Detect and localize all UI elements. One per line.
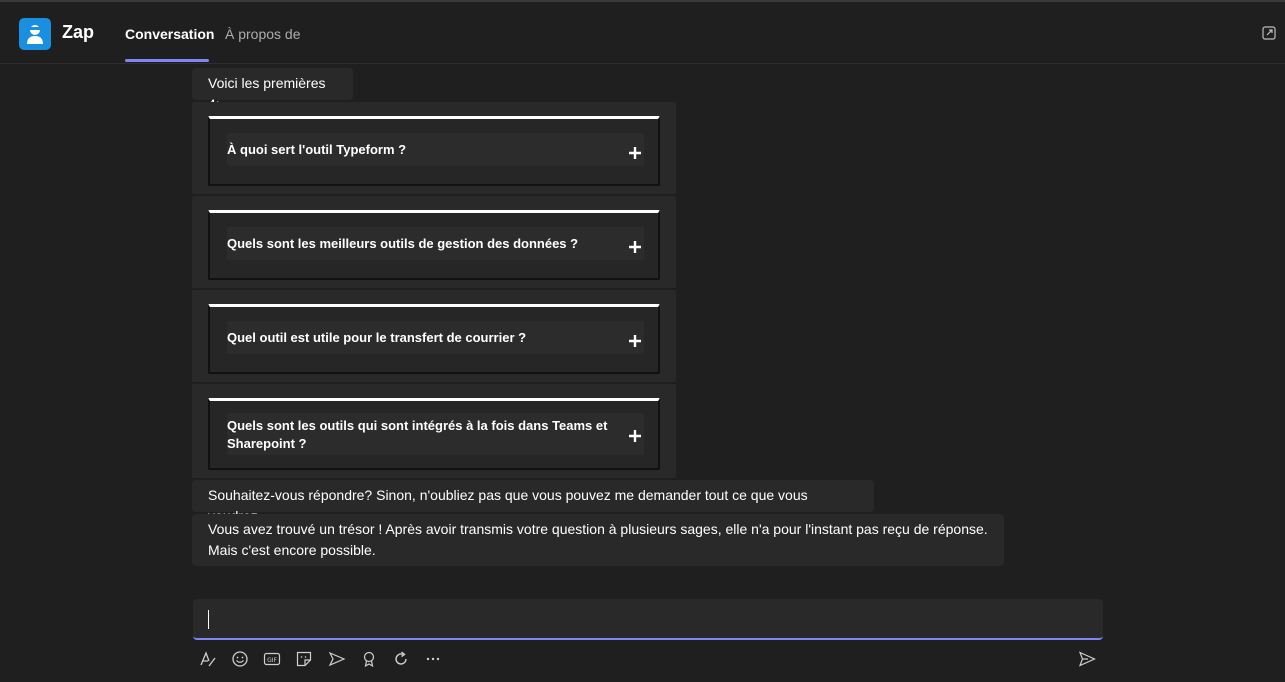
faq-item[interactable]: À quoi sert l'outil Typeform ? — [227, 133, 644, 166]
send-icon[interactable] — [1078, 650, 1096, 668]
faq-question: Quel outil est utile pour le transfert d… — [227, 330, 527, 345]
faq-card-body: Quels sont les meilleurs outils de gesti… — [208, 210, 660, 280]
schedule-icon[interactable] — [328, 650, 346, 668]
message-text-line: Mais c'est encore possible. — [208, 542, 376, 558]
expand-plus-icon[interactable] — [626, 332, 644, 350]
message-answer: Vous avez trouvé un trésor ! Après avoir… — [192, 514, 1004, 566]
tab-about[interactable]: À propos de — [225, 26, 301, 42]
gif-icon[interactable]: GIF — [263, 650, 281, 668]
faq-item[interactable]: Quels sont les outils qui sont intégrés … — [227, 413, 644, 455]
faq-card-3: Quel outil est utile pour le transfert d… — [192, 290, 676, 382]
faq-card-body: Quel outil est utile pour le transfert d… — [208, 304, 660, 374]
faq-item[interactable]: Quel outil est utile pour le transfert d… — [227, 321, 644, 354]
faq-question: Quels sont les meilleurs outils de gesti… — [227, 236, 579, 251]
expand-plus-icon[interactable] — [626, 238, 644, 256]
faq-card-1: À quoi sert l'outil Typeform ? — [192, 102, 676, 194]
sticker-icon[interactable] — [295, 650, 313, 668]
faq-card-2: Quels sont les meilleurs outils de gesti… — [192, 196, 676, 288]
message-intro: Voici les premières 4: — [192, 68, 353, 112]
emoji-icon[interactable] — [231, 650, 249, 668]
expand-plus-icon[interactable] — [626, 427, 644, 445]
app-header: Zap Conversation À propos de — [0, 2, 1285, 64]
teams-app-window: Zap Conversation À propos de Voici les p… — [0, 0, 1285, 682]
popout-icon[interactable] — [1262, 26, 1276, 40]
text-caret — [208, 610, 209, 629]
app-title: Zap — [62, 22, 95, 42]
format-icon[interactable] — [199, 650, 217, 668]
zap-logo-icon — [19, 18, 51, 50]
faq-card-body: À quoi sert l'outil Typeform ? — [208, 116, 660, 186]
svg-text:GIF: GIF — [267, 657, 277, 664]
message-followup: Souhaitez-vous répondre? Sinon, n'oublie… — [192, 480, 874, 524]
loop-icon[interactable] — [392, 650, 410, 668]
active-tab-indicator — [125, 59, 209, 62]
more-icon[interactable] — [424, 650, 442, 668]
faq-card-body: Quels sont les outils qui sont intégrés … — [208, 398, 660, 470]
praise-icon[interactable] — [360, 650, 378, 668]
faq-question: À quoi sert l'outil Typeform ? — [227, 142, 407, 157]
faq-item[interactable]: Quels sont les meilleurs outils de gesti… — [227, 227, 644, 260]
tab-conversation[interactable]: Conversation — [125, 26, 214, 42]
expand-plus-icon[interactable] — [626, 144, 644, 162]
faq-question: Quels sont les outils qui sont intégrés … — [227, 418, 608, 451]
message-text-line: Vous avez trouvé un trésor ! Après avoir… — [208, 521, 988, 537]
message-input[interactable] — [193, 599, 1103, 640]
faq-card-4: Quels sont les outils qui sont intégrés … — [192, 384, 676, 478]
